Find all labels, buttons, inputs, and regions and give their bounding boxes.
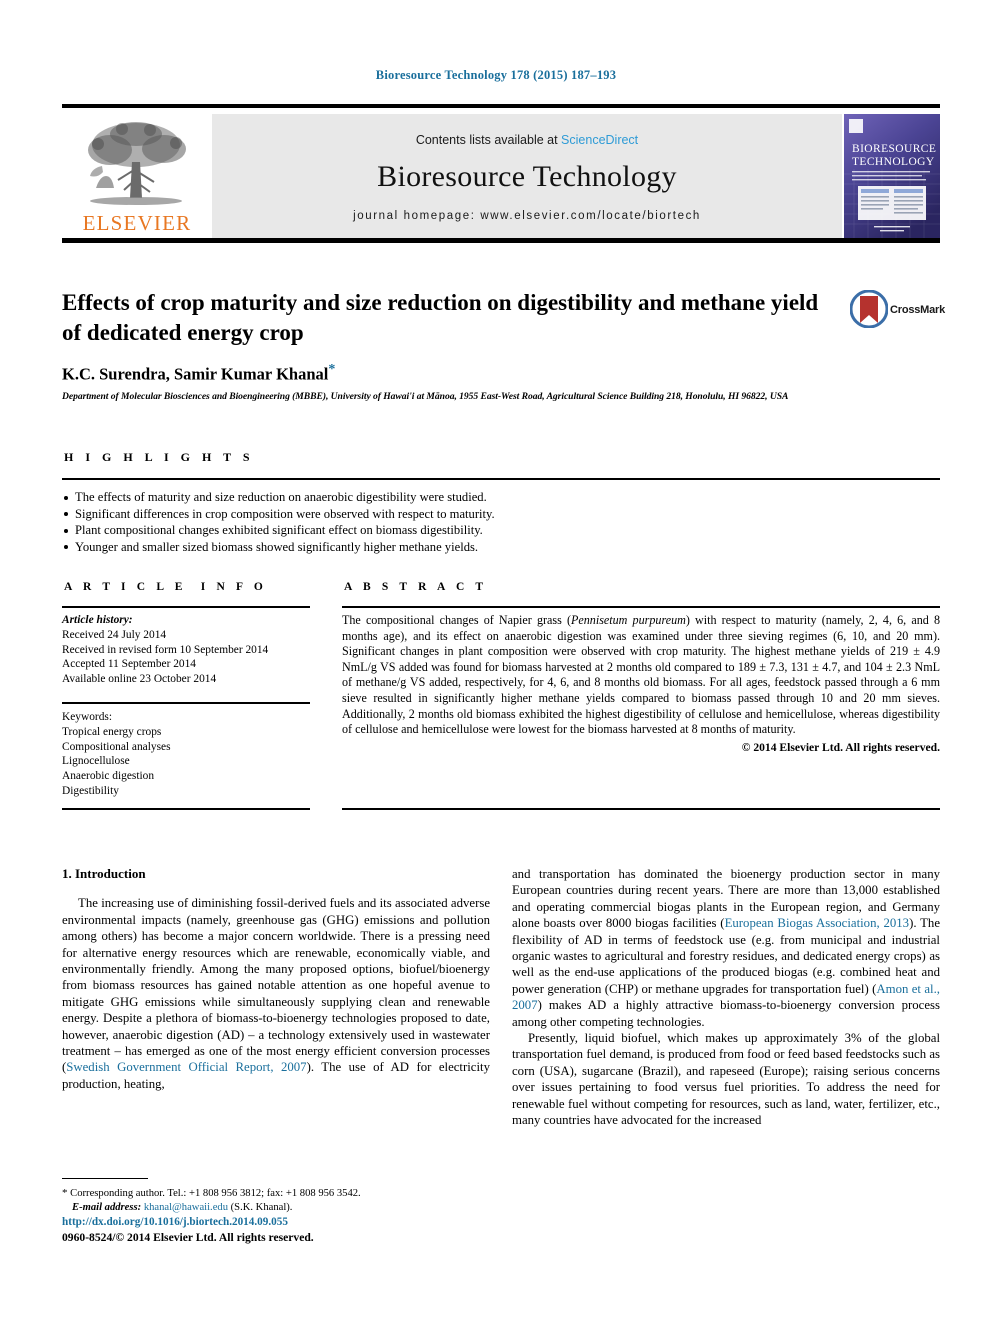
abstract-text: The compositional changes of Napier gras… <box>342 613 940 755</box>
paragraph-text-c: ) makes AD a highly attractive biomass-t… <box>512 998 940 1029</box>
keyword-item: Anaerobic digestion <box>62 770 155 783</box>
email-address-label: E-mail address: <box>72 1202 142 1213</box>
abstract-heading: A B S T R A C T <box>344 581 488 593</box>
journal-cover-thumbnail: BIORESOURCE TECHNOLOGY <box>844 114 940 238</box>
footnote-corresponding-text: Corresponding author. Tel.: +1 808 956 3… <box>70 1188 361 1199</box>
elsevier-logo: ELSEVIER <box>62 114 212 238</box>
svg-text:TECHNOLOGY: TECHNOLOGY <box>852 156 935 168</box>
footnote-email-line: E-mail address: khanal@hawaii.edu (S.K. … <box>62 1201 492 1215</box>
paragraph: and transportation has dominated the bio… <box>512 866 940 1030</box>
history-item: Received 24 July 2014 <box>62 628 167 641</box>
list-item: Significant differences in crop composit… <box>62 506 940 523</box>
abstract-part-2: ) with respect to maturity (namely, 2, 4… <box>342 613 940 737</box>
footnote-corresponding: * Corresponding author. Tel.: +1 808 956… <box>62 1186 492 1201</box>
journal-masthead: ELSEVIER Contents lists available at Sci… <box>62 104 940 238</box>
keyword-item: Tropical energy crops <box>62 725 162 738</box>
running-head: Bioresource Technology 178 (2015) 187–19… <box>375 68 617 82</box>
crossmark-badge[interactable]: CrossMark <box>849 289 945 338</box>
elsevier-wordmark: ELSEVIER <box>82 211 192 235</box>
elsevier-tree-icon <box>88 122 186 205</box>
journal-band: Contents lists available at ScienceDirec… <box>212 114 842 238</box>
paragraph: The increasing use of diminishing fossil… <box>62 895 490 1092</box>
cover-image: BIORESOURCE TECHNOLOGY <box>844 114 940 238</box>
highlights-divider <box>62 478 940 480</box>
email-link[interactable]: khanal@hawaii.edu <box>144 1202 228 1213</box>
highlights-list: The effects of maturity and size reducti… <box>62 489 940 555</box>
affiliation: Department of Molecular Biosciences and … <box>62 391 789 402</box>
abstract-bottom-divider <box>342 808 940 810</box>
abstract-part-1: The compositional changes of Napier gras… <box>342 613 571 627</box>
section-heading-introduction: 1. Introduction <box>62 866 146 881</box>
abstract-copyright: © 2014 Elsevier Ltd. All rights reserved… <box>741 740 940 754</box>
author-names: K.C. Surendra, Samir Kumar Khanal <box>62 364 329 384</box>
citation-link[interactable]: Swedish Government Official Report, 2007 <box>66 1060 306 1074</box>
issn-copyright-line: 0960-8524/© 2014 Elsevier Ltd. All right… <box>62 1231 314 1244</box>
email-owner: (S.K. Khanal). <box>230 1202 293 1213</box>
article-info-bottom-divider <box>62 808 310 810</box>
corresponding-author-marker[interactable]: * <box>328 362 335 377</box>
footnote-block: * Corresponding author. Tel.: +1 808 956… <box>62 1186 492 1215</box>
list-item: The effects of maturity and size reducti… <box>62 489 940 506</box>
doi-link[interactable]: http://dx.doi.org/10.1016/j.biortech.201… <box>62 1216 288 1228</box>
body-column-right: and transportation has dominated the bio… <box>512 866 940 1129</box>
list-item: Younger and smaller sized biomass showed… <box>62 539 940 556</box>
list-item: Plant compositional changes exhibited si… <box>62 522 940 539</box>
journal-title: Bioresource Technology <box>377 159 677 193</box>
journal-homepage-line[interactable]: journal homepage: www.elsevier.com/locat… <box>353 210 701 222</box>
article-history-label: Article history: <box>62 614 133 626</box>
keyword-item: Compositional analyses <box>62 740 171 753</box>
history-item: Accepted 11 September 2014 <box>62 658 197 671</box>
article-history: Article history: Received 24 July 2014 R… <box>62 613 314 687</box>
footnote-divider <box>62 1178 148 1180</box>
keywords-block: Keywords: Tropical energy crops Composit… <box>62 710 314 799</box>
citation-link[interactable]: European Biogas Association, 2013 <box>725 916 910 930</box>
keyword-item: Lignocellulose <box>62 755 130 768</box>
article-info-heading: A R T I C L E I N F O <box>64 581 268 593</box>
crossmark-label: CrossMark <box>890 304 946 316</box>
title-divider <box>62 238 940 243</box>
page-title: Effects of crop maturity and size reduct… <box>62 290 819 345</box>
contents-available-line: Contents lists available at ScienceDirec… <box>416 133 638 147</box>
crossmark-icon <box>849 289 889 329</box>
article-info-divider <box>62 606 310 608</box>
keywords-label: Keywords: <box>62 711 112 723</box>
sciencedirect-link[interactable]: ScienceDirect <box>561 133 638 147</box>
journal-article-page: Bioresource Technology 178 (2015) 187–19… <box>0 0 992 1323</box>
paragraph-text-a: The increasing use of diminishing fossil… <box>62 896 490 1075</box>
history-item: Received in revised form 10 September 20… <box>62 643 269 656</box>
abstract-divider <box>342 606 940 608</box>
article-info-separator <box>62 702 310 704</box>
body-column-left: 1. Introduction The increasing use of di… <box>62 866 490 1092</box>
keyword-item: Digestibility <box>62 784 119 797</box>
history-item: Available online 23 October 2014 <box>62 673 217 686</box>
highlights-heading: H I G H L I G H T S <box>64 450 255 464</box>
author-list: K.C. Surendra, Samir Kumar Khanal* <box>62 362 862 385</box>
paragraph: Presently, liquid biofuel, which makes u… <box>512 1031 940 1128</box>
species-name: Pennisetum purpureum <box>570 613 686 627</box>
footnote-marker: * <box>62 1187 68 1199</box>
contents-prefix: Contents lists available at <box>415 132 562 147</box>
svg-text:BIORESOURCE: BIORESOURCE <box>852 143 936 155</box>
